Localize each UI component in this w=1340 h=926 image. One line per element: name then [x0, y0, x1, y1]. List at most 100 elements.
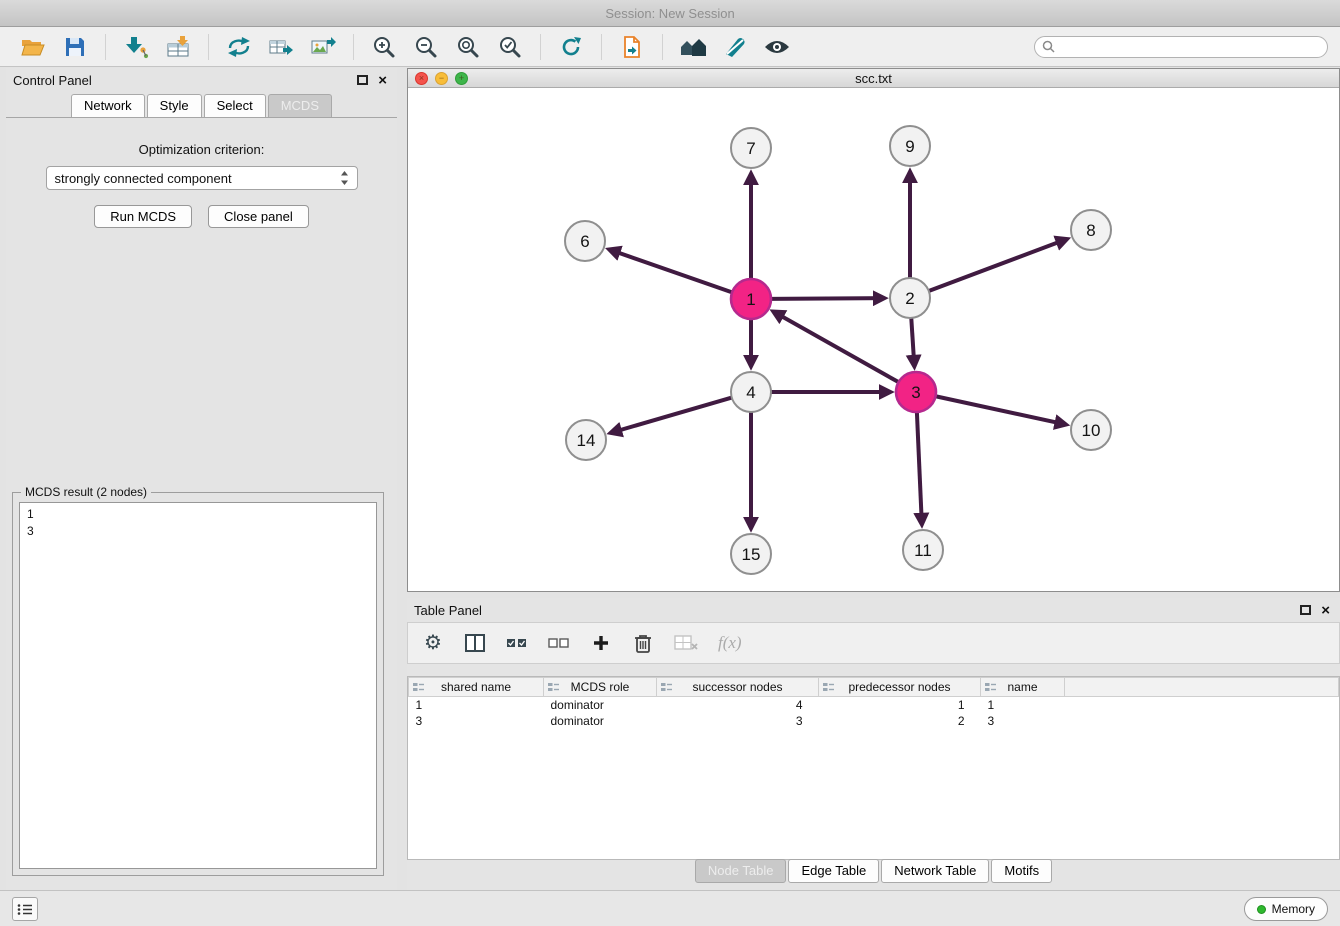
table-cell[interactable]: 3 [657, 713, 819, 729]
tab-edge-table[interactable]: Edge Table [788, 859, 879, 883]
tab-select[interactable]: Select [204, 94, 266, 117]
show-hide-eye-icon[interactable] [761, 31, 793, 63]
status-bar: Memory [0, 890, 1340, 926]
table-settings-gear-icon[interactable]: ⚙ [422, 631, 444, 655]
graph-edge-3-10[interactable] [936, 396, 1066, 424]
column-header-filler [1065, 678, 1339, 697]
graph-node-8[interactable]: 8 [1071, 210, 1111, 250]
home-view-icon[interactable] [677, 31, 709, 63]
window-minimize-icon[interactable]: − [435, 72, 448, 85]
column-header-mcds-role[interactable]: MCDS role [544, 678, 657, 697]
criterion-dropdown-value: strongly connected component [55, 171, 232, 186]
delete-column-trash-icon[interactable] [632, 631, 654, 655]
deselect-all-columns-icon[interactable] [548, 631, 570, 655]
task-history-button[interactable] [12, 897, 38, 921]
table-row[interactable]: 3dominator323 [409, 713, 1339, 729]
column-header-successor-nodes[interactable]: successor nodes [657, 678, 819, 697]
table-cell[interactable]: dominator [544, 713, 657, 729]
dropdown-arrows-icon [340, 170, 349, 186]
graph-edge-4-14[interactable] [611, 398, 732, 433]
export-image-icon[interactable] [307, 31, 339, 63]
graph-edge-3-11[interactable] [917, 412, 922, 524]
mcds-result-list[interactable]: 13 [19, 502, 377, 869]
graph-node-1[interactable]: 1 [731, 279, 771, 319]
table-cell[interactable]: 2 [819, 713, 981, 729]
column-header-shared-name[interactable]: shared name [409, 678, 544, 697]
network-canvas[interactable]: 7 9 6 8 1 2 4 3 14 10 15 11 [408, 88, 1339, 591]
graph-edge-1-2[interactable] [771, 298, 884, 299]
sort-icon [413, 682, 424, 696]
column-header-predecessor-nodes[interactable]: predecessor nodes [819, 678, 981, 697]
memory-button[interactable]: Memory [1244, 897, 1328, 921]
graph-node-14[interactable]: 14 [566, 420, 606, 460]
select-all-columns-icon[interactable] [506, 631, 528, 655]
mcds-panel: Optimization criterion: strongly connect… [6, 142, 397, 228]
control-panel-title: Control Panel [6, 73, 357, 88]
fit-content-icon[interactable] [452, 31, 484, 63]
clone-document-icon[interactable] [616, 31, 648, 63]
run-mcds-button[interactable]: Run MCDS [94, 205, 192, 228]
table-cell[interactable]: dominator [544, 697, 657, 713]
table-cell[interactable]: 1 [981, 697, 1065, 713]
tab-node-table[interactable]: Node Table [695, 859, 787, 883]
search-field[interactable] [1034, 36, 1328, 58]
search-input[interactable] [1059, 40, 1320, 54]
graph-node-3[interactable]: 3 [896, 372, 936, 412]
graph-node-2[interactable]: 2 [890, 278, 930, 318]
mcds-result-title: MCDS result (2 nodes) [21, 485, 151, 499]
graph-node-10[interactable]: 10 [1071, 410, 1111, 450]
table-cell[interactable]: 3 [981, 713, 1065, 729]
import-network-icon[interactable] [120, 31, 152, 63]
graph-node-11[interactable]: 11 [903, 530, 943, 570]
table-cell[interactable]: 1 [409, 697, 544, 713]
graph-node-9[interactable]: 9 [890, 126, 930, 166]
graph-edge-1-6[interactable] [610, 250, 733, 293]
network-from-selection-icon[interactable] [223, 31, 255, 63]
window-zoom-icon[interactable]: + [455, 72, 468, 85]
refresh-view-icon[interactable] [555, 31, 587, 63]
graph-node-6[interactable]: 6 [565, 221, 605, 261]
toolbar-separator [662, 34, 663, 60]
tab-motifs[interactable]: Motifs [991, 859, 1052, 883]
export-table-icon[interactable] [265, 31, 297, 63]
zoom-in-icon[interactable] [368, 31, 400, 63]
result-item: 3 [27, 523, 369, 540]
save-session-icon[interactable] [59, 31, 91, 63]
zoom-out-icon[interactable] [410, 31, 442, 63]
apply-style-icon[interactable] [719, 31, 751, 63]
column-label: name [1007, 680, 1037, 694]
tab-style[interactable]: Style [147, 94, 202, 117]
graph-edge-3-1[interactable] [774, 312, 899, 382]
show-columns-icon[interactable] [464, 631, 486, 655]
window-close-icon[interactable]: × [415, 72, 428, 85]
close-panel-icon[interactable]: × [1321, 603, 1330, 618]
open-session-icon[interactable] [17, 31, 49, 63]
graph-node-7[interactable]: 7 [731, 128, 771, 168]
tab-mcds[interactable]: MCDS [268, 94, 332, 117]
zoom-selected-icon[interactable] [494, 31, 526, 63]
graph-node-label: 4 [746, 383, 755, 402]
table-cell-filler [1065, 713, 1339, 729]
tab-network-table[interactable]: Network Table [881, 859, 989, 883]
table-cell[interactable]: 3 [409, 713, 544, 729]
criterion-dropdown[interactable]: strongly connected component [46, 166, 358, 190]
graph-edge-2-3[interactable] [911, 318, 914, 366]
tab-network[interactable]: Network [71, 94, 145, 117]
add-column-icon[interactable] [590, 631, 612, 655]
close-panel-icon[interactable]: × [378, 73, 387, 88]
control-panel: Control Panel × NetworkStyleSelectMCDS O… [6, 68, 397, 890]
float-panel-icon[interactable] [1300, 605, 1311, 615]
import-table-icon[interactable] [162, 31, 194, 63]
graph-edge-2-8[interactable] [929, 239, 1067, 291]
table-cell[interactable]: 4 [657, 697, 819, 713]
column-label: predecessor nodes [848, 680, 950, 694]
graph-node-label: 8 [1086, 221, 1095, 240]
graph-node-4[interactable]: 4 [731, 372, 771, 412]
float-panel-icon[interactable] [357, 75, 368, 85]
table-row[interactable]: 1dominator411 [409, 697, 1339, 713]
column-header-name[interactable]: name [981, 678, 1065, 697]
table-cell[interactable]: 1 [819, 697, 981, 713]
close-panel-button[interactable]: Close panel [208, 205, 309, 228]
control-panel-header: Control Panel × [6, 68, 397, 92]
graph-node-15[interactable]: 15 [731, 534, 771, 574]
